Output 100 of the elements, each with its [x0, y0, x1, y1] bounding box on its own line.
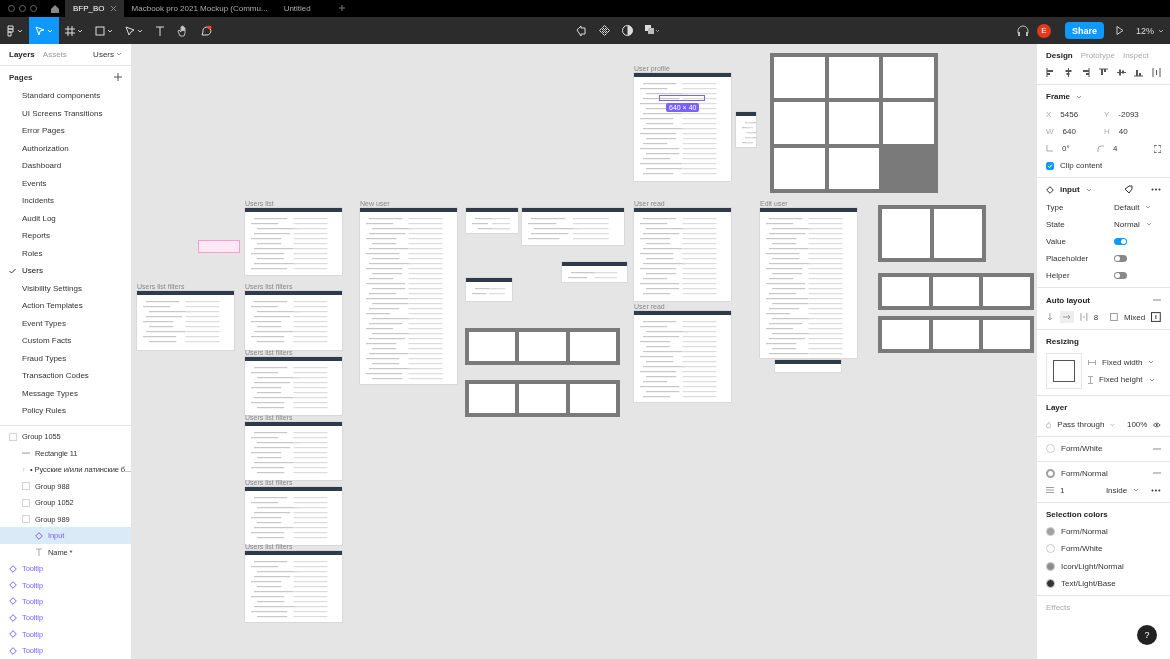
padding-field[interactable]: Mixed: [1123, 312, 1146, 322]
file-tab[interactable]: Macbook pro 2021 Mockup (Commu...: [123, 0, 276, 17]
page-item[interactable]: Dashboard: [0, 157, 131, 175]
more-icon[interactable]: [1151, 188, 1161, 192]
close-icon[interactable]: [110, 6, 116, 11]
align-top-icon[interactable]: [1098, 68, 1108, 78]
chevron-icon[interactable]: [137, 28, 143, 33]
spacing-field[interactable]: 8: [1093, 312, 1099, 322]
file-tab[interactable]: BFP_BO: [65, 0, 124, 17]
resizing-preview[interactable]: [1046, 353, 1082, 389]
page-item[interactable]: UI Screens Transitions: [0, 104, 131, 123]
selection-outline: [659, 95, 705, 101]
align-right-icon[interactable]: [1081, 68, 1091, 78]
distribute-icon[interactable]: [1151, 68, 1161, 78]
page-item[interactable]: Events: [0, 174, 131, 193]
page-item[interactable]: Message Types: [0, 384, 131, 403]
page-item[interactable]: Authorization: [0, 139, 131, 158]
file-tab[interactable]: Untitled: [275, 0, 332, 17]
corners-icon[interactable]: [1154, 144, 1161, 153]
color-swatch[interactable]: [1046, 561, 1055, 571]
page-menu[interactable]: Users: [93, 49, 114, 59]
tag-icon[interactable]: [1124, 185, 1133, 195]
page-item[interactable]: Policy Rules: [0, 402, 131, 420]
component-icon[interactable]: [599, 25, 610, 36]
page-item[interactable]: Incidents: [0, 192, 131, 210]
checkbox[interactable]: [1046, 161, 1054, 170]
radius-field[interactable]: 4: [1113, 144, 1118, 154]
user-avatar[interactable]: E: [1036, 23, 1051, 38]
page-item[interactable]: Custom Facts: [0, 332, 131, 350]
component-icon: [1046, 185, 1054, 194]
check-icon: [9, 268, 16, 275]
number-field[interactable]: -2093: [1118, 109, 1139, 119]
fill-style[interactable]: Form/White: [1061, 444, 1103, 454]
toggle-switch[interactable]: [1114, 237, 1127, 245]
page-item[interactable]: Action Templates: [0, 297, 131, 315]
eye-icon[interactable]: [1153, 421, 1161, 428]
page-item[interactable]: Visibility Settings: [0, 279, 131, 298]
text-tool-icon[interactable]: [155, 25, 165, 36]
field-label: X: [1046, 109, 1052, 119]
chevron-icon[interactable]: [107, 28, 113, 33]
property-select[interactable]: Normal: [1114, 219, 1140, 229]
color-swatch[interactable]: [1046, 578, 1055, 588]
boolean-icon[interactable]: [645, 25, 659, 36]
color-style[interactable]: Icon/Light/Normal: [1061, 561, 1124, 571]
page-item[interactable]: Event Types: [0, 314, 131, 333]
chevron-icon[interactable]: [77, 28, 83, 33]
arrow-icon[interactable]: [576, 25, 587, 36]
toggle-switch[interactable]: [1114, 255, 1127, 263]
page-item[interactable]: Error Pages: [0, 122, 131, 140]
page-item[interactable]: Fraud Types: [0, 349, 131, 368]
panel-tab[interactable]: Layers: [9, 49, 35, 59]
color-swatch[interactable]: [1046, 544, 1055, 554]
number-field[interactable]: 40: [1118, 126, 1128, 136]
rotation-field[interactable]: 0°: [1062, 144, 1070, 154]
align-middle-icon[interactable]: [1116, 68, 1126, 78]
height-select[interactable]: Fixed height: [1099, 375, 1143, 385]
panel-tab[interactable]: Design: [1046, 51, 1073, 61]
page-item[interactable]: Reports: [0, 227, 131, 245]
comment-icon[interactable]: [200, 24, 212, 37]
section-title: Resizing: [1046, 336, 1079, 346]
stroke-position-select[interactable]: Inside: [1105, 485, 1128, 495]
page-item[interactable]: Audit Log: [0, 209, 131, 228]
play-icon[interactable]: [1116, 26, 1124, 35]
help-button[interactable]: ?: [1137, 625, 1157, 645]
chevron-icon[interactable]: [17, 28, 23, 33]
page-item[interactable]: Standard components: [0, 87, 131, 105]
align-bottom-icon[interactable]: [1134, 68, 1144, 78]
number-field[interactable]: 640: [1062, 126, 1076, 136]
color-swatch[interactable]: [1046, 527, 1055, 537]
color-style[interactable]: Text/Light/Base: [1061, 578, 1116, 588]
more-icon[interactable]: [1151, 488, 1161, 492]
fill-swatch[interactable]: [1046, 444, 1055, 454]
stroke-swatch-icon[interactable]: [1046, 468, 1055, 478]
contrast-icon[interactable]: [622, 25, 633, 36]
pen-icon: [125, 25, 135, 36]
color-style[interactable]: Form/White: [1061, 544, 1103, 554]
chevron-icon[interactable]: [1158, 28, 1164, 33]
page-item[interactable]: Users: [0, 262, 131, 280]
pointer-icon: [35, 25, 45, 36]
stroke-weight-field[interactable]: 1: [1059, 485, 1065, 495]
number-field[interactable]: 5456: [1060, 109, 1079, 119]
add-icon[interactable]: [114, 73, 122, 82]
page-item[interactable]: Roles: [0, 244, 131, 263]
hand-icon[interactable]: [177, 24, 188, 37]
text-icon: [35, 548, 43, 557]
property-select[interactable]: Default: [1114, 202, 1140, 212]
zoom-menu[interactable]: 12%: [1136, 25, 1154, 36]
align-center-icon[interactable]: [1063, 68, 1073, 78]
vertical-icon[interactable]: [1046, 313, 1054, 322]
toggle-switch[interactable]: [1114, 272, 1127, 280]
color-style[interactable]: Form/Normal: [1061, 527, 1108, 537]
opacity-field[interactable]: 100%: [1126, 420, 1148, 430]
headphones-icon[interactable]: [1016, 25, 1029, 36]
alignment-icon[interactable]: [1151, 312, 1161, 323]
blend-select[interactable]: Pass through: [1057, 420, 1105, 430]
width-select[interactable]: Fixed width: [1102, 357, 1143, 367]
component-name[interactable]: input: [1060, 185, 1080, 195]
stroke-style[interactable]: Form/Normal: [1061, 468, 1108, 478]
align-left-icon[interactable]: [1046, 68, 1055, 78]
page-item[interactable]: Transaction Codes: [0, 367, 131, 385]
